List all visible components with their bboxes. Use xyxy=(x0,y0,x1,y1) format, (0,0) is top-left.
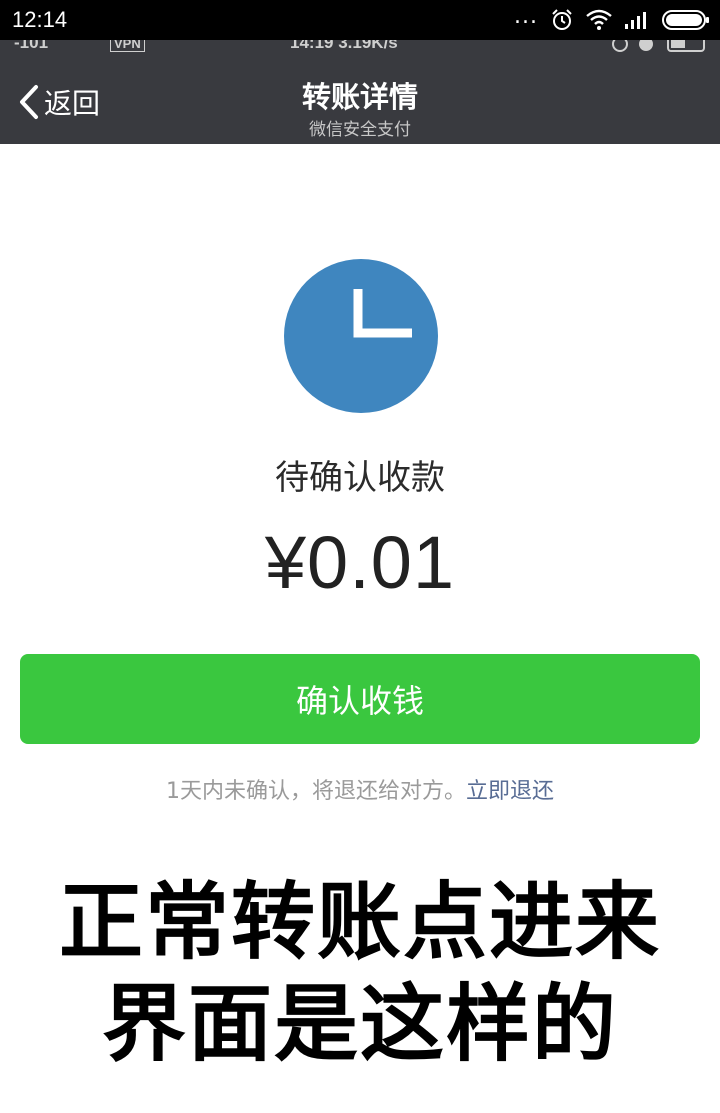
page-subtitle: 微信安全支付 xyxy=(309,120,411,140)
refund-now-link[interactable]: 立即退还 xyxy=(466,779,554,804)
confirm-receive-button[interactable]: 确认收钱 xyxy=(20,654,700,744)
vpn-badge: VPN xyxy=(110,40,145,52)
transfer-amount: ¥0.01 xyxy=(264,521,456,604)
refund-notice-text: 1天内未确认，将退还给对方。 xyxy=(165,779,466,804)
embedded-status-left: -101 xyxy=(14,40,49,52)
more-dots-icon: ... xyxy=(514,4,538,29)
refund-notice: 1天内未确认，将退还给对方。立即退还 xyxy=(0,773,720,805)
embedded-status-icons xyxy=(612,40,705,52)
status-icons: ... xyxy=(514,6,710,34)
alarm-icon xyxy=(552,9,572,30)
transfer-status-label: 待确认收款 xyxy=(275,458,445,498)
caption-line-2: 界面是这样的 xyxy=(101,975,618,1073)
embedded-status-center: 14:19 3.19K/s xyxy=(290,40,398,52)
clock-icon xyxy=(284,259,438,413)
signal-icon xyxy=(625,12,646,29)
page-title: 转账详情 xyxy=(301,80,418,114)
wifi-icon xyxy=(586,9,612,30)
nav-bar: -101 VPN 14:19 3.19K/s 返回 转账详情 微信安全支付 xyxy=(0,40,720,144)
status-time: 12:14 xyxy=(12,7,68,32)
status-bar: 12:14 ... xyxy=(0,0,720,40)
caption-line-1: 正常转账点进来 xyxy=(58,873,661,971)
battery-icon xyxy=(662,10,709,30)
embedded-status-bar: -101 VPN 14:19 3.19K/s xyxy=(0,40,720,54)
